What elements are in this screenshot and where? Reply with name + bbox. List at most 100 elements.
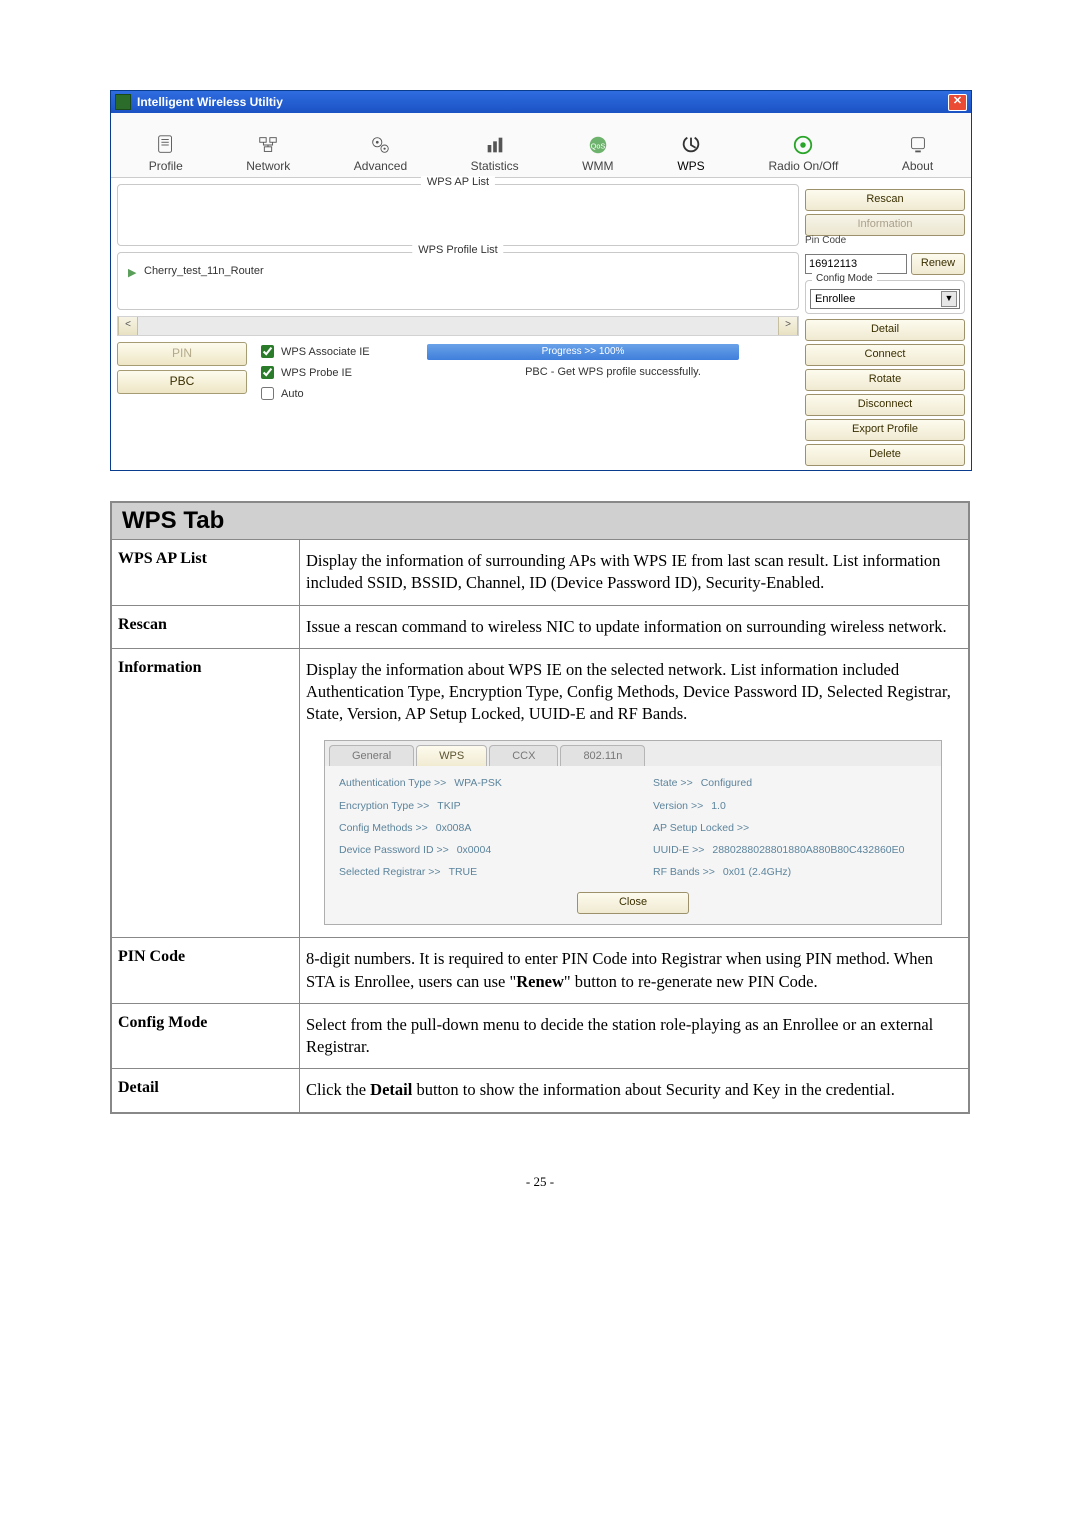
version-k: Version >> [653,799,703,813]
apsetup-k: AP Setup Locked >> [653,821,749,835]
auth-type-v: WPA-PSK [454,776,502,790]
radio-icon [789,133,817,157]
progress-bar: Progress >> 100% [427,344,739,360]
pbc-button[interactable]: PBC [117,370,247,394]
rfbands-k: RF Bands >> [653,865,715,879]
row-information-desc: Display the information about WPS IE on … [300,648,970,938]
titlebar: Intelligent Wireless Utiltiy ✕ [111,91,971,113]
tab-statistics-label: Statistics [471,159,519,173]
auth-type-k: Authentication Type >> [339,776,446,790]
row-information-text: Display the information about WPS IE on … [306,660,951,724]
tab-wps-label: WPS [677,159,704,173]
delete-button[interactable]: Delete [805,444,965,466]
check-wps-associate-label: WPS Associate IE [281,346,370,358]
tab-radio-label: Radio On/Off [769,159,839,173]
row-detail-label: Detail [111,1069,300,1113]
row-pin-code-desc: 8-digit numbers. It is required to enter… [300,938,970,1004]
rescan-button[interactable]: Rescan [805,189,965,211]
wps-description-table: WPS Tab WPS AP List Display the informat… [110,501,970,1114]
row-pin-code-bold: Renew [516,972,564,991]
config-methods-v: 0x008A [436,821,472,835]
export-profile-button[interactable]: Export Profile [805,419,965,441]
subtab-wps[interactable]: WPS [416,745,487,767]
row-detail-text2: button to show the information about Sec… [412,1080,895,1099]
row-rescan-desc: Issue a rescan command to wireless NIC t… [300,605,970,648]
row-config-mode-label: Config Mode [111,1003,300,1069]
disconnect-button[interactable]: Disconnect [805,394,965,416]
tab-profile-label: Profile [149,159,183,173]
profile-row[interactable]: ▶ Cherry_test_11n_Router [124,263,792,279]
enc-type-v: TKIP [437,799,460,813]
uuid-v: 2880288028801880A880B80C432860E0 [712,843,904,857]
tab-about[interactable]: About [894,129,941,177]
app-icon [115,94,131,110]
sel-reg-v: TRUE [449,865,478,879]
tab-profile[interactable]: Profile [141,129,191,177]
check-wps-probe[interactable]: WPS Probe IE [257,363,417,382]
page-number: - 25 - [110,1174,970,1190]
tab-about-label: About [902,159,933,173]
subtab-80211n[interactable]: 802.11n [560,745,645,767]
config-mode-select[interactable]: Enrollee ▼ [810,289,960,309]
row-config-mode-desc: Select from the pull-down menu to decide… [300,1003,970,1069]
horizontal-scrollbar[interactable]: < > [117,316,799,336]
rotate-button[interactable]: Rotate [805,369,965,391]
chevron-down-icon: ▼ [941,291,957,307]
wps-profile-list-frame: WPS Profile List ▶ Cherry_test_11n_Route… [117,252,799,310]
version-v: 1.0 [711,799,726,813]
row-detail-bold: Detail [370,1080,412,1099]
tab-wmm[interactable]: QoS WMM [574,129,621,177]
check-wps-associate[interactable]: WPS Associate IE [257,342,417,361]
svg-text:QoS: QoS [590,142,605,151]
tab-network[interactable]: Network [238,129,298,177]
row-information-label: Information [111,648,300,938]
state-k: State >> [653,776,693,790]
status-text: PBC - Get WPS profile successfully. [427,364,799,380]
tab-radio[interactable]: Radio On/Off [761,129,847,177]
dev-pw-k: Device Password ID >> [339,843,449,857]
row-detail-text1: Click the [306,1080,370,1099]
table-heading: WPS Tab [111,502,969,540]
uuid-k: UUID-E >> [653,843,704,857]
tab-statistics[interactable]: Statistics [463,129,527,177]
check-auto[interactable]: Auto [257,384,417,403]
tab-advanced[interactable]: Advanced [346,129,415,177]
dev-pw-v: 0x0004 [457,843,491,857]
config-methods-k: Config Methods >> [339,821,428,835]
pin-code-field[interactable]: 16912113 [805,254,907,274]
renew-button[interactable]: Renew [911,253,965,275]
sel-reg-k: Selected Registrar >> [339,865,441,879]
row-wps-ap-list-label: WPS AP List [111,540,300,606]
about-icon [904,133,932,157]
row-pin-code-text2: " button to re-generate new PIN Code. [564,972,818,991]
subdialog-close-button[interactable]: Close [577,892,689,914]
window-title: Intelligent Wireless Utiltiy [137,95,283,109]
tab-wps[interactable]: WPS [669,129,713,177]
detail-button[interactable]: Detail [805,319,965,341]
close-icon[interactable]: ✕ [948,94,967,111]
pin-code-label: Pin Code [805,235,965,246]
wps-ap-list-frame: WPS AP List [117,184,799,246]
check-auto-label: Auto [281,388,304,400]
subtab-ccx[interactable]: CCX [489,745,558,767]
check-wps-probe-box[interactable] [261,366,274,379]
subtab-general[interactable]: General [329,745,414,767]
scroll-right-icon[interactable]: > [778,317,798,335]
tab-network-label: Network [246,159,290,173]
check-wps-probe-label: WPS Probe IE [281,367,352,379]
row-pin-code-label: PIN Code [111,938,300,1004]
check-wps-associate-box[interactable] [261,345,274,358]
connect-button[interactable]: Connect [805,344,965,366]
config-mode-value: Enrollee [815,293,855,305]
pin-button[interactable]: PIN [117,342,247,366]
network-icon [254,133,282,157]
check-auto-box[interactable] [261,387,274,400]
scroll-left-icon[interactable]: < [118,317,138,335]
profile-icon [152,133,180,157]
row-wps-ap-list-desc: Display the information of surrounding A… [300,540,970,606]
row-detail-desc: Click the Detail button to show the info… [300,1069,970,1113]
information-button[interactable]: Information [805,214,965,236]
wps-icon [677,133,705,157]
config-mode-label: Config Mode [812,273,877,284]
tab-advanced-label: Advanced [354,159,407,173]
